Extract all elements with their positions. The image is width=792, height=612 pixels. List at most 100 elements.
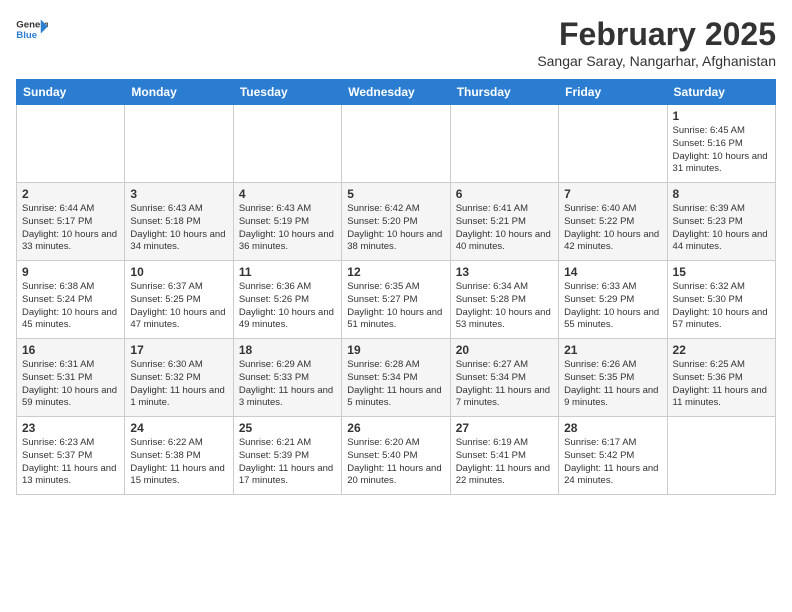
day-info: Sunrise: 6:44 AM Sunset: 5:17 PM Dayligh… — [22, 203, 119, 254]
calendar-cell: 22Sunrise: 6:25 AM Sunset: 5:36 PM Dayli… — [667, 339, 775, 417]
calendar-cell: 24 Sunrise: 6:22 AM Sunset: 5:38 PM Dayli… — [125, 417, 233, 495]
day-info: Sunrise: 6:33 AM Sunset: 5:29 PM Dayligh… — [564, 281, 661, 332]
day-number: 2 — [22, 187, 119, 201]
calendar-cell — [233, 105, 341, 183]
calendar-cell: 10 Sunrise: 6:37 AM Sunset: 5:25 PM Dayli… — [125, 261, 233, 339]
day-number: 11 — [239, 265, 336, 279]
day-info: Sunrise: 6:23 AM Sunset: 5:37 PM Dayligh… — [22, 437, 119, 488]
day-info: Sunrise: 6:35 AM Sunset: 5:27 PM Dayligh… — [347, 281, 444, 332]
week-row-2: 9 Sunrise: 6:38 AM Sunset: 5:24 PM Daylig… — [17, 261, 776, 339]
calendar-cell: 8 Sunrise: 6:39 AM Sunset: 5:23 PM Daylig… — [667, 183, 775, 261]
day-info: Sunrise: 6:45 AM Sunset: 5:16 PM Dayligh… — [673, 125, 770, 176]
col-thursday: Thursday — [450, 80, 558, 105]
calendar-cell: 6 Sunrise: 6:41 AM Sunset: 5:21 PM Daylig… — [450, 183, 558, 261]
day-number: 1 — [673, 109, 770, 123]
week-row-1: 2 Sunrise: 6:44 AM Sunset: 5:17 PM Daylig… — [17, 183, 776, 261]
day-info: Sunrise: 6:40 AM Sunset: 5:22 PM Dayligh… — [564, 203, 661, 254]
day-number: 6 — [456, 187, 553, 201]
day-info: Sunrise: 6:19 AM Sunset: 5:41 PM Dayligh… — [456, 437, 553, 488]
calendar-cell: 18 Sunrise: 6:29 AM Sunset: 5:33 PM Dayli… — [233, 339, 341, 417]
calendar-cell: 9 Sunrise: 6:38 AM Sunset: 5:24 PM Daylig… — [17, 261, 125, 339]
day-number: 19 — [347, 343, 444, 357]
calendar-cell: 28 Sunrise: 6:17 AM Sunset: 5:42 PM Dayli… — [559, 417, 667, 495]
calendar-header-row: Sunday Monday Tuesday Wednesday Thursday… — [17, 80, 776, 105]
day-info: Sunrise: 6:25 AM Sunset: 5:36 PM Dayligh… — [673, 359, 770, 410]
col-monday: Monday — [125, 80, 233, 105]
day-info: Sunrise: 6:41 AM Sunset: 5:21 PM Dayligh… — [456, 203, 553, 254]
col-friday: Friday — [559, 80, 667, 105]
calendar-cell: 13Sunrise: 6:34 AM Sunset: 5:28 PM Dayli… — [450, 261, 558, 339]
day-number: 15 — [673, 265, 770, 279]
day-number: 21 — [564, 343, 661, 357]
col-sunday: Sunday — [17, 80, 125, 105]
day-number: 27 — [456, 421, 553, 435]
day-number: 3 — [130, 187, 227, 201]
calendar-cell: 21 Sunrise: 6:26 AM Sunset: 5:35 PM Dayli… — [559, 339, 667, 417]
col-saturday: Saturday — [667, 80, 775, 105]
day-info: Sunrise: 6:31 AM Sunset: 5:31 PM Dayligh… — [22, 359, 119, 410]
day-info: Sunrise: 6:32 AM Sunset: 5:30 PM Dayligh… — [673, 281, 770, 332]
day-number: 28 — [564, 421, 661, 435]
week-row-0: 1 Sunrise: 6:45 AM Sunset: 5:16 PM Daylig… — [17, 105, 776, 183]
svg-text:Blue: Blue — [16, 30, 37, 41]
calendar-cell — [559, 105, 667, 183]
calendar-cell: 3 Sunrise: 6:43 AM Sunset: 5:18 PM Daylig… — [125, 183, 233, 261]
day-info: Sunrise: 6:43 AM Sunset: 5:18 PM Dayligh… — [130, 203, 227, 254]
day-number: 8 — [673, 187, 770, 201]
day-number: 16 — [22, 343, 119, 357]
day-number: 5 — [347, 187, 444, 201]
day-number: 24 — [130, 421, 227, 435]
calendar-cell: 15 Sunrise: 6:32 AM Sunset: 5:30 PM Dayli… — [667, 261, 775, 339]
day-info: Sunrise: 6:42 AM Sunset: 5:20 PM Dayligh… — [347, 203, 444, 254]
day-number: 26 — [347, 421, 444, 435]
day-info: Sunrise: 6:29 AM Sunset: 5:33 PM Dayligh… — [239, 359, 336, 410]
calendar-cell: 12 Sunrise: 6:35 AM Sunset: 5:27 PM Dayli… — [342, 261, 450, 339]
page-header: General Blue February 2025 Sangar Saray,… — [16, 16, 776, 69]
day-info: Sunrise: 6:27 AM Sunset: 5:34 PM Dayligh… — [456, 359, 553, 410]
day-number: 13 — [456, 265, 553, 279]
month-year: February 2025 — [537, 16, 776, 53]
calendar-cell: 11Sunrise: 6:36 AM Sunset: 5:26 PM Dayli… — [233, 261, 341, 339]
day-info: Sunrise: 6:30 AM Sunset: 5:32 PM Dayligh… — [130, 359, 227, 410]
calendar-cell: 4 Sunrise: 6:43 AM Sunset: 5:19 PM Daylig… — [233, 183, 341, 261]
calendar-cell — [125, 105, 233, 183]
day-number: 10 — [130, 265, 227, 279]
calendar-cell: 16 Sunrise: 6:31 AM Sunset: 5:31 PM Dayli… — [17, 339, 125, 417]
calendar-cell: 5 Sunrise: 6:42 AM Sunset: 5:20 PM Daylig… — [342, 183, 450, 261]
day-info: Sunrise: 6:43 AM Sunset: 5:19 PM Dayligh… — [239, 203, 336, 254]
day-number: 25 — [239, 421, 336, 435]
calendar-cell: 20 Sunrise: 6:27 AM Sunset: 5:34 PM Dayli… — [450, 339, 558, 417]
calendar-cell — [342, 105, 450, 183]
day-info: Sunrise: 6:21 AM Sunset: 5:39 PM Dayligh… — [239, 437, 336, 488]
day-info: Sunrise: 6:20 AM Sunset: 5:40 PM Dayligh… — [347, 437, 444, 488]
day-info: Sunrise: 6:17 AM Sunset: 5:42 PM Dayligh… — [564, 437, 661, 488]
day-number: 12 — [347, 265, 444, 279]
day-info: Sunrise: 6:22 AM Sunset: 5:38 PM Dayligh… — [130, 437, 227, 488]
day-info: Sunrise: 6:39 AM Sunset: 5:23 PM Dayligh… — [673, 203, 770, 254]
title-block: February 2025 Sangar Saray, Nangarhar, A… — [537, 16, 776, 69]
calendar-cell: 26 Sunrise: 6:20 AM Sunset: 5:40 PM Dayli… — [342, 417, 450, 495]
logo-icon: General Blue — [16, 16, 48, 44]
day-info: Sunrise: 6:37 AM Sunset: 5:25 PM Dayligh… — [130, 281, 227, 332]
col-tuesday: Tuesday — [233, 80, 341, 105]
calendar-cell: 23 Sunrise: 6:23 AM Sunset: 5:37 PM Dayli… — [17, 417, 125, 495]
calendar-cell — [450, 105, 558, 183]
day-number: 7 — [564, 187, 661, 201]
day-number: 23 — [22, 421, 119, 435]
calendar-cell: 27 Sunrise: 6:19 AM Sunset: 5:41 PM Dayli… — [450, 417, 558, 495]
calendar-cell: 19Sunrise: 6:28 AM Sunset: 5:34 PM Dayli… — [342, 339, 450, 417]
day-info: Sunrise: 6:26 AM Sunset: 5:35 PM Dayligh… — [564, 359, 661, 410]
day-info: Sunrise: 6:38 AM Sunset: 5:24 PM Dayligh… — [22, 281, 119, 332]
day-number: 14 — [564, 265, 661, 279]
logo: General Blue — [16, 16, 48, 44]
calendar-cell: 14 Sunrise: 6:33 AM Sunset: 5:29 PM Dayli… — [559, 261, 667, 339]
calendar-cell: 2 Sunrise: 6:44 AM Sunset: 5:17 PM Daylig… — [17, 183, 125, 261]
day-number: 4 — [239, 187, 336, 201]
day-number: 20 — [456, 343, 553, 357]
day-number: 18 — [239, 343, 336, 357]
calendar-cell: 7 Sunrise: 6:40 AM Sunset: 5:22 PM Daylig… — [559, 183, 667, 261]
week-row-4: 23 Sunrise: 6:23 AM Sunset: 5:37 PM Dayli… — [17, 417, 776, 495]
calendar-cell: 25 Sunrise: 6:21 AM Sunset: 5:39 PM Dayli… — [233, 417, 341, 495]
calendar-table: Sunday Monday Tuesday Wednesday Thursday… — [16, 79, 776, 495]
day-number: 9 — [22, 265, 119, 279]
